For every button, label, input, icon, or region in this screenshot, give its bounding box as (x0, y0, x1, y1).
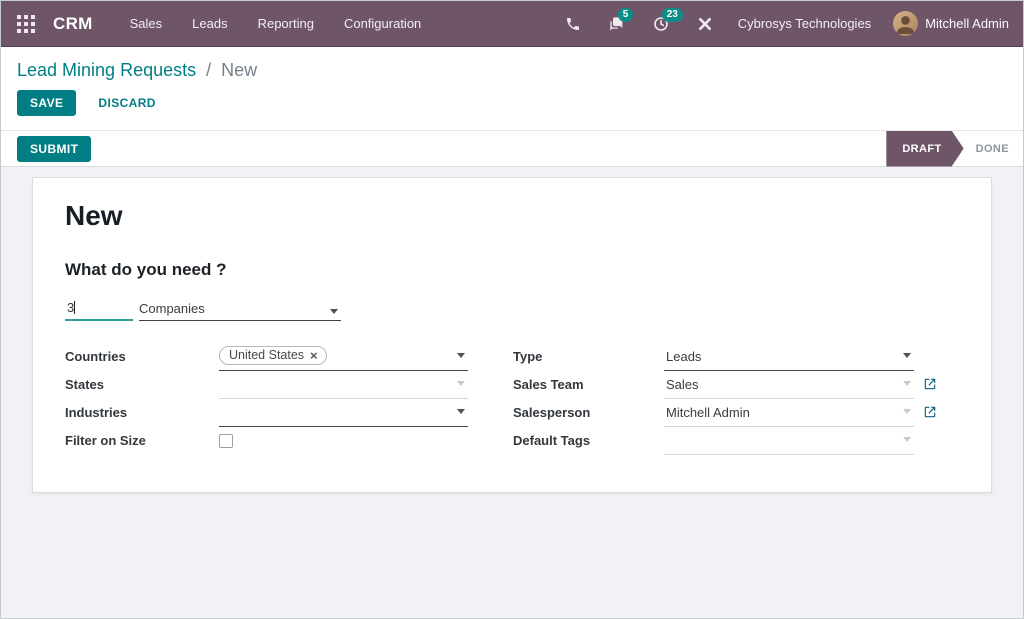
user-avatar[interactable] (893, 11, 918, 36)
status-draft[interactable]: DRAFT (886, 131, 963, 167)
chevron-down-icon (330, 309, 338, 314)
menu-leads[interactable]: Leads (190, 10, 229, 37)
record-title: New (65, 200, 123, 232)
default-tags-label: Default Tags (513, 433, 590, 448)
breadcrumb-separator: / (206, 60, 211, 80)
menu-reporting[interactable]: Reporting (256, 10, 316, 37)
menu-configuration[interactable]: Configuration (342, 10, 423, 37)
field-row-sales-team: Sales Team Sales (33, 372, 991, 400)
breadcrumb-parent-link[interactable]: Lead Mining Requests (17, 60, 196, 80)
activities-badge: 23 (662, 8, 683, 22)
salesperson-label: Salesperson (513, 405, 590, 420)
field-row-default-tags: Default Tags (33, 428, 991, 456)
user-menu[interactable]: Mitchell Admin (925, 16, 1009, 31)
top-navbar: CRM Sales Leads Reporting Configuration … (1, 1, 1023, 47)
salesperson-input[interactable]: Mitchell Admin (664, 400, 914, 427)
activities-clock-icon[interactable]: 23 (652, 15, 670, 33)
sales-team-external-link-icon[interactable] (923, 377, 937, 391)
status-steps: DRAFT DONE (886, 131, 1023, 167)
type-select[interactable]: Leads (664, 344, 914, 371)
salesperson-value: Mitchell Admin (666, 405, 750, 420)
tools-icon[interactable] (696, 15, 714, 33)
form-sheet: New What do you need ? 3 Companies Count… (32, 177, 992, 493)
status-done[interactable]: DONE (964, 143, 1023, 155)
lead-count-input[interactable]: 3 (65, 300, 133, 321)
app-name[interactable]: CRM (53, 14, 93, 34)
type-label: Type (513, 349, 542, 364)
main-menu: Sales Leads Reporting Configuration (128, 10, 424, 37)
breadcrumb-current: New (221, 60, 257, 80)
breadcrumb: Lead Mining Requests / New (17, 60, 1023, 81)
sales-team-input[interactable]: Sales (664, 372, 914, 399)
field-row-type: Type Leads (33, 344, 991, 372)
sales-team-label: Sales Team (513, 377, 584, 392)
messages-icon[interactable]: 5 (608, 15, 626, 33)
content-area: New What do you need ? 3 Companies Count… (1, 167, 1023, 618)
crm-app-window: CRM Sales Leads Reporting Configuration … (0, 0, 1024, 619)
field-row-salesperson: Salesperson Mitchell Admin (33, 400, 991, 428)
chevron-down-icon (903, 437, 911, 442)
chevron-down-icon (903, 409, 911, 414)
form-question: What do you need ? (65, 260, 227, 280)
submit-button[interactable]: SUBMIT (17, 136, 91, 162)
chevron-down-icon (903, 353, 911, 358)
form-statusbar: SUBMIT DRAFT DONE (1, 131, 1023, 167)
phone-icon[interactable] (564, 15, 582, 33)
sales-team-value: Sales (666, 377, 699, 392)
chevron-down-icon (903, 381, 911, 386)
save-button[interactable]: SAVE (17, 90, 76, 116)
discard-button[interactable]: DISCARD (98, 96, 155, 110)
messages-badge: 5 (618, 8, 634, 22)
type-value: Leads (666, 349, 701, 364)
target-type-value: Companies (139, 301, 205, 316)
target-type-select[interactable]: Companies (139, 300, 341, 321)
apps-grid-icon[interactable] (17, 15, 35, 33)
text-cursor (74, 301, 75, 314)
company-switcher[interactable]: Cybrosys Technologies (738, 16, 871, 31)
default-tags-input[interactable] (664, 428, 914, 455)
lead-count-value: 3 (67, 300, 74, 315)
control-panel: Lead Mining Requests / New SAVE DISCARD (1, 47, 1023, 131)
menu-sales[interactable]: Sales (128, 10, 165, 37)
salesperson-external-link-icon[interactable] (923, 405, 937, 419)
